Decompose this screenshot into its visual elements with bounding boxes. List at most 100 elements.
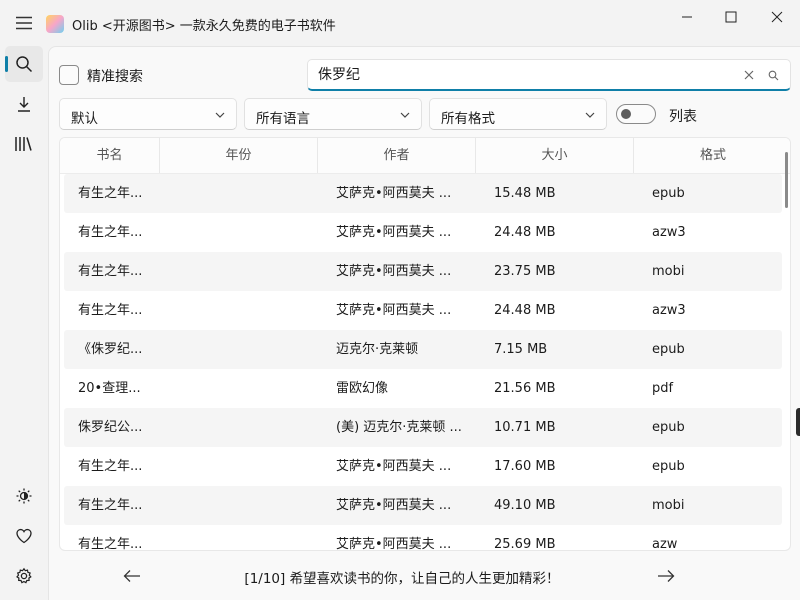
cell-title: 侏罗纪公... <box>78 420 143 435</box>
cell-format: azw3 <box>652 303 686 318</box>
list-view-toggle[interactable] <box>616 104 656 124</box>
column-header-size[interactable]: 大小 <box>476 138 634 173</box>
active-indicator <box>5 56 8 72</box>
table-row[interactable]: 有生之年... 艾萨克•阿西莫夫 ... 15.48 MB epub <box>64 174 782 213</box>
column-header-format[interactable]: 格式 <box>634 138 790 173</box>
table-row[interactable]: 有生之年... 艾萨克•阿西莫夫 ... 17.60 MB epub <box>64 447 782 486</box>
search-icon <box>16 56 33 73</box>
cell-size: 10.71 MB <box>494 420 556 435</box>
next-page-button[interactable] <box>655 565 677 587</box>
prev-page-button[interactable] <box>121 565 143 587</box>
chevron-down-icon <box>399 109 411 121</box>
cell-size: 24.48 MB <box>494 225 556 240</box>
heart-icon <box>16 528 32 544</box>
cell-title: 有生之年... <box>78 303 143 318</box>
cell-author: 艾萨克•阿西莫夫 ... <box>336 498 452 513</box>
clear-search-button[interactable] <box>742 68 756 82</box>
title-bar: Olib <开源图书> 一款永久免费的电子书软件 <box>0 0 800 46</box>
table-row[interactable]: 有生之年... 艾萨克•阿西莫夫 ... 24.48 MB azw3 <box>64 291 782 330</box>
cell-format: epub <box>652 459 685 474</box>
sidebar-item-favorites[interactable] <box>5 518 43 554</box>
cell-format: mobi <box>652 498 685 513</box>
cell-title: 有生之年... <box>78 264 143 279</box>
list-view-label: 列表 <box>669 109 697 125</box>
cell-title: 有生之年... <box>78 459 143 474</box>
search-input[interactable] <box>318 66 718 82</box>
cell-size: 21.56 MB <box>494 381 556 396</box>
cell-author: 艾萨克•阿西莫夫 ... <box>336 225 452 240</box>
table-scrollbar[interactable] <box>785 152 788 208</box>
minimize-icon <box>682 16 692 18</box>
sidebar-item-downloads[interactable] <box>5 86 43 122</box>
sidebar-item-settings[interactable] <box>5 558 43 594</box>
brightness-icon <box>16 488 32 504</box>
arrow-left-icon <box>123 570 140 582</box>
library-icon <box>15 137 32 151</box>
edge-handle[interactable] <box>796 408 800 436</box>
table-row[interactable]: 有生之年... 艾萨克•阿西莫夫 ... 25.69 MB azw <box>64 525 782 551</box>
sidebar-item-search[interactable] <box>5 46 43 82</box>
table-header: 书名 年份 作者 大小 格式 <box>60 138 790 174</box>
format-dropdown-value: 所有格式 <box>441 111 495 127</box>
table-row[interactable]: 有生之年... 艾萨克•阿西莫夫 ... 49.10 MB mobi <box>64 486 782 525</box>
column-header-title[interactable]: 书名 <box>60 138 160 173</box>
sort-dropdown-value: 默认 <box>71 111 98 127</box>
cell-size: 7.15 MB <box>494 342 548 357</box>
table-row[interactable]: 有生之年... 艾萨克•阿西莫夫 ... 24.48 MB azw3 <box>64 213 782 252</box>
table-row[interactable]: 20•查理... 雷欧幻像 21.56 MB pdf <box>64 369 782 408</box>
sidebar <box>0 46 48 600</box>
table-row[interactable]: 《侏罗纪... 迈克尔·克莱顿 7.15 MB epub <box>64 330 782 369</box>
app-title: Olib <开源图书> 一款永久免费的电子书软件 <box>72 19 336 34</box>
cell-author: 艾萨克•阿西莫夫 ... <box>336 459 452 474</box>
format-dropdown[interactable]: 所有格式 <box>429 98 607 130</box>
language-dropdown-value: 所有语言 <box>256 111 310 127</box>
cell-format: azw <box>652 537 678 551</box>
cell-size: 24.48 MB <box>494 303 556 318</box>
cell-year <box>174 408 274 447</box>
cell-size: 17.60 MB <box>494 459 556 474</box>
search-icon <box>768 70 778 80</box>
app-logo <box>46 15 64 33</box>
search-box <box>307 59 791 91</box>
cell-author: 迈克尔·克莱顿 <box>336 342 419 357</box>
table-row[interactable]: 侏罗纪公... (美) 迈克尔·克莱顿 ... 10.71 MB epub <box>64 408 782 447</box>
cell-title: 《侏罗纪... <box>78 342 143 357</box>
exact-search-checkbox[interactable] <box>59 65 79 85</box>
maximize-icon <box>725 11 737 23</box>
table-row[interactable]: 有生之年... 艾萨克•阿西莫夫 ... 23.75 MB mobi <box>64 252 782 291</box>
gear-icon <box>16 567 32 584</box>
maximize-button[interactable] <box>714 6 748 28</box>
arrow-right-icon <box>658 570 675 582</box>
results-table: 书名 年份 作者 大小 格式 有生之年... 艾萨克•阿西莫夫 ... 15.48 … <box>59 137 791 551</box>
menu-icon[interactable] <box>12 13 36 33</box>
cell-size: 15.48 MB <box>494 186 556 201</box>
search-submit-button[interactable] <box>766 68 780 82</box>
cell-title: 有生之年... <box>78 498 143 513</box>
column-header-year[interactable]: 年份 <box>160 138 318 173</box>
minimize-button[interactable] <box>670 6 704 28</box>
column-header-author[interactable]: 作者 <box>318 138 476 173</box>
main-panel: 精准搜索 默认 所有语言 所有格式 列表 书名 年份 作者 大小 格式 有生之年… <box>48 46 800 600</box>
cell-format: mobi <box>652 264 685 279</box>
cell-title: 有生之年... <box>78 537 143 551</box>
close-button[interactable] <box>760 6 794 28</box>
footer-message: [1/10] 希望喜欢读书的你，让自己的人生更加精彩！ <box>244 571 560 587</box>
language-dropdown[interactable]: 所有语言 <box>244 98 422 130</box>
cell-year <box>174 252 274 291</box>
cell-author: 雷欧幻像 <box>336 381 389 396</box>
cell-year <box>174 330 274 369</box>
cell-author: 艾萨克•阿西莫夫 ... <box>336 186 452 201</box>
download-icon <box>18 97 30 112</box>
toggle-knob <box>621 109 631 119</box>
cell-year <box>174 213 274 252</box>
sidebar-item-library[interactable] <box>5 126 43 162</box>
cell-year <box>174 447 274 486</box>
cell-title: 有生之年... <box>78 186 143 201</box>
cell-format: pdf <box>652 381 674 396</box>
cell-year <box>174 369 274 408</box>
sidebar-item-theme[interactable] <box>5 478 43 514</box>
cell-author: (美) 迈克尔·克莱顿 ... <box>336 420 462 435</box>
cell-author: 艾萨克•阿西莫夫 ... <box>336 537 452 551</box>
cell-title: 20•查理... <box>78 381 141 396</box>
sort-dropdown[interactable]: 默认 <box>59 98 237 130</box>
